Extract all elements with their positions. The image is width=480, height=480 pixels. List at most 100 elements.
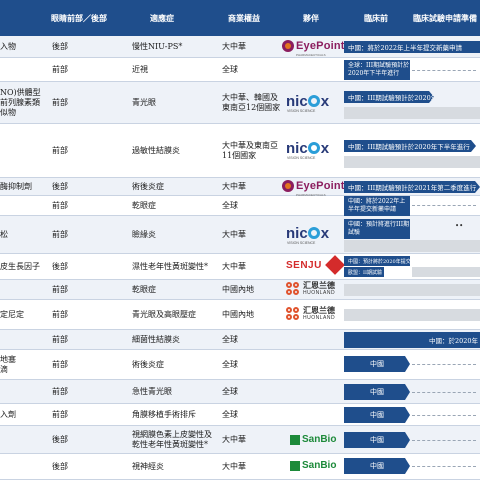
sanbio-mark-icon	[290, 460, 300, 471]
region-cell: 後部	[52, 461, 68, 471]
pending-bar	[344, 284, 480, 296]
indication-cell: 近視	[132, 64, 148, 74]
table-row: 後部 視神經炎 大中華 SanBio 中國	[0, 454, 480, 480]
region-cell: 前部	[52, 200, 68, 210]
indication-cell: 青光眼及高眼壓症	[132, 309, 196, 319]
rights-cell: 大中華	[222, 434, 246, 444]
product-name: 入劑	[0, 409, 16, 419]
region-cell: 前部	[52, 145, 68, 155]
huonland-mark-icon	[286, 307, 300, 321]
pending-bar	[344, 240, 480, 252]
status-bar: 中國	[344, 432, 410, 448]
product-name: 松	[0, 229, 8, 239]
eyepoint-logo: EyePoint PHARMACEUTICALS	[282, 180, 345, 197]
rights-cell: 大中華、韓國及東南亞12個國家	[222, 92, 281, 112]
indication-cell: 過敏性結膜炎	[132, 145, 180, 155]
indication-cell: 視神經炎	[132, 461, 164, 471]
status-bar: 中國：將於2022年上半年提交新藥申請	[344, 41, 480, 53]
indication-cell: 瞼緣炎	[132, 229, 156, 239]
table-row: 皮生長因子 後部 濕性老年性黃斑變性* 大中華 SENJU 中國：預計將於202…	[0, 254, 480, 280]
status-bar: 中國	[344, 384, 410, 400]
product-name: 定尼定	[0, 309, 24, 319]
nicox-o-icon	[308, 227, 321, 239]
nicox-logo: nic x VISION SCIENCE	[286, 140, 330, 160]
rights-cell: 中國內地	[222, 284, 254, 294]
dashed-line	[412, 415, 476, 416]
region-cell: 後部	[52, 41, 68, 51]
table-row: 定尼定 前部 青光眼及高眼壓症 中國內地 汇恩兰德 HUONLAND	[0, 300, 480, 330]
rights-cell: 大中華	[222, 181, 246, 191]
status-bar: 中國：預計將進行III期試驗	[344, 219, 410, 239]
table-header: 眼睛前部／後部 適應症 商業權益 夥伴 臨床前 臨床試驗申請準備	[0, 0, 480, 36]
rights-cell: 全球	[222, 386, 238, 396]
dashed-line	[412, 70, 476, 71]
rights-cell: 全球	[222, 359, 238, 369]
status-bar: 中國：III期試驗預計於2020年進行	[344, 91, 434, 103]
status-bar: 全球：III期試驗預計於2020年下半年進行	[344, 60, 410, 80]
table-row: 前部 過敏性結膜炎 大中華及東南亞11個國家 nic x VISION SCIEN…	[0, 124, 480, 178]
indication-cell: 視網膜色素上皮變性及乾性老年性黃斑變性*	[132, 429, 212, 449]
eyepoint-mark-icon	[282, 180, 294, 192]
status-bar: 中國：於2020年	[344, 332, 480, 348]
indication-cell: 濕性老年性黃斑變性*	[132, 261, 208, 271]
indication-cell: 角膜移植手術排斥	[132, 409, 196, 419]
indication-cell: 乾眼症	[132, 200, 156, 210]
rights-cell: 大中華及東南亞11個國家	[222, 140, 278, 160]
region-cell: 前部	[52, 334, 68, 344]
status-bar: 中國：將於2022年上半年提交新藥申請	[344, 196, 410, 216]
sanbio-logo: SanBio	[290, 434, 336, 445]
status-bar: 中國：III期試驗預計於2021年第二季度進行	[344, 181, 480, 193]
table-row: 松 前部 瞼緣炎 大中華 nic x VISION SCIENCE 中國：預計將進…	[0, 216, 480, 254]
dashed-line	[412, 440, 476, 441]
nicox-o-icon	[308, 142, 321, 154]
header-region: 眼睛前部／後部	[51, 13, 107, 23]
product-name: 入物	[0, 41, 16, 51]
rights-cell: 中國內地	[222, 309, 254, 319]
huonland-logo: 汇恩兰德 HUONLAND	[286, 282, 335, 296]
table-row: 前部 乾眼症 中國內地 汇恩兰德 HUONLAND	[0, 280, 480, 300]
region-cell: 前部	[52, 229, 68, 239]
table-row: 酶抑制劑 後部 術後炎症 大中華 EyePoint PHARMACEUTICAL…	[0, 178, 480, 197]
table-row: 入劑 前部 角膜移植手術排斥 全球 中國	[0, 404, 480, 426]
region-cell: 前部	[52, 359, 68, 369]
status-bar: 中國	[344, 407, 410, 423]
table-row: NO)供體型前列腺素類似物 前部 青光眼 大中華、韓國及東南亞12個國家 nic…	[0, 82, 480, 124]
senju-mark-icon	[324, 255, 345, 275]
eyepoint-logo: EyePoint PHARMACEUTICALS	[282, 40, 345, 57]
dashed-line	[412, 205, 476, 206]
table-row: 後部 視網膜色素上皮變性及乾性老年性黃斑變性* 大中華 SanBio 中國	[0, 426, 480, 454]
indication-cell: 術後炎症	[132, 359, 164, 369]
region-cell: 前部	[52, 386, 68, 396]
pending-bar	[344, 156, 480, 168]
product-name: 地塞 滴	[0, 354, 16, 374]
status-bar: 中國	[344, 356, 410, 372]
indication-cell: 細菌性結膜炎	[132, 334, 180, 344]
region-cell: 前部	[52, 409, 68, 419]
huonland-mark-icon	[286, 282, 300, 296]
table-row: 前部 乾眼症 全球 中國：將於2022年上半年提交新藥申請	[0, 196, 480, 216]
rights-cell: 大中華	[222, 229, 246, 239]
dashed-line	[412, 364, 476, 365]
rights-cell: 全球	[222, 200, 238, 210]
region-cell: 前部	[52, 309, 68, 319]
status-bar: 中國	[344, 458, 410, 474]
rights-cell: 全球	[222, 409, 238, 419]
region-cell: 前部	[52, 64, 68, 74]
sanbio-logo: SanBio	[290, 460, 336, 471]
pending-bar	[344, 107, 480, 119]
status-bar: 中國：III期試驗預計於2020年下半年進行	[344, 140, 476, 152]
nicox-logo: nic x VISION SCIENCE	[286, 93, 330, 113]
product-name: 皮生長因子	[0, 261, 40, 271]
header-ind: 臨床試驗申請準備	[413, 13, 477, 23]
indication-cell: 青光眼	[132, 97, 156, 107]
indication-cell: 術後炎症	[132, 181, 164, 191]
table-row: 入物 後部 慢性NIU-PS* 大中華 EyePoint PHARMACEUTI…	[0, 36, 480, 58]
senju-logo: SENJU	[286, 255, 345, 275]
region-cell: 後部	[52, 261, 68, 271]
rights-cell: 全球	[222, 64, 238, 74]
pending-bar	[344, 309, 480, 321]
rights-cell: 全球	[222, 334, 238, 344]
header-preclinical: 臨床前	[364, 13, 388, 23]
indication-cell: 急性青光眼	[132, 386, 172, 396]
dashed-line	[412, 392, 476, 393]
